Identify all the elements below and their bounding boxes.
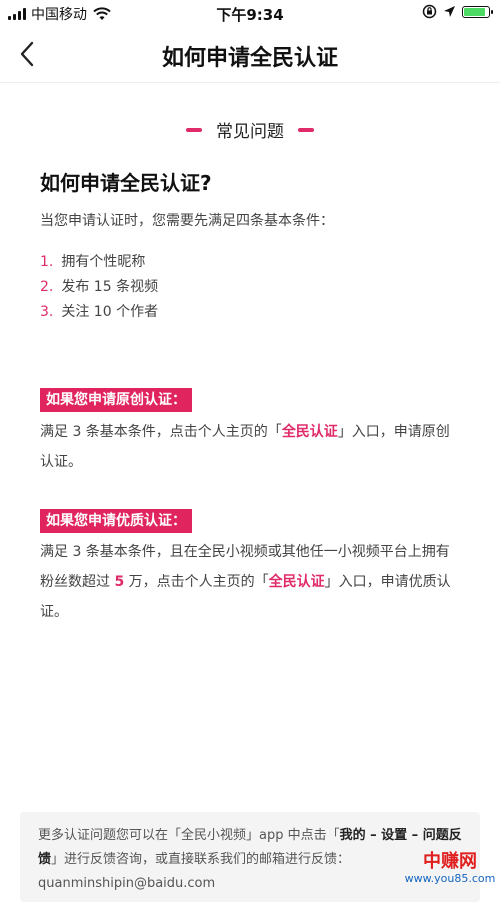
condition-text: 关注 10 个作者 <box>61 304 159 320</box>
condition-number: 3. <box>40 304 54 320</box>
battery-icon <box>462 5 493 18</box>
faq-intro: 当您申请认证时，您需要先满足四条基本条件： <box>40 213 334 229</box>
right-dash-decoration <box>298 127 314 132</box>
list-item: 2. 发布 15 条视频 <box>40 275 158 300</box>
faq-question: 如何申请全民认证? <box>40 171 212 195</box>
original-text-a: 满足 3 条基本条件，点击个人主页的「 <box>40 424 282 440</box>
quality-text-b: 万，点击个人主页的「 <box>124 574 269 590</box>
condition-text: 拥有个性昵称 <box>61 254 146 270</box>
condition-text: 发布 15 条视频 <box>61 279 159 295</box>
original-cert-description: 满足 3 条基本条件，点击个人主页的「全民认证」入口，申请原创认证。 <box>40 417 460 477</box>
condition-list: 1. 拥有个性昵称 2. 发布 15 条视频 3. 关注 10 个作者 <box>40 250 158 325</box>
watermark: 中赚网 www.you85.com <box>404 852 496 886</box>
section-header: 常见问题 <box>0 117 500 142</box>
quality-cert-description: 满足 3 条基本条件，且在全民小视频或其他任一小视频平台上拥有粉丝数超过 5 万… <box>40 537 460 627</box>
battery-level <box>464 7 486 16</box>
quality-highlight: 全民认证 <box>268 574 325 590</box>
status-right <box>422 4 493 19</box>
left-dash-decoration <box>186 127 202 132</box>
section-title: 常见问题 <box>216 122 284 142</box>
location-icon <box>444 6 455 17</box>
condition-number: 1. <box>40 254 54 270</box>
list-item: 3. 关注 10 个作者 <box>40 300 158 325</box>
footer-text-a: 更多认证问题您可以在「全民小视频」app 中点击「 <box>38 828 340 843</box>
nav-bar: 如何申请全民认证 <box>0 26 500 83</box>
watermark-url: www.you85.com <box>404 872 496 885</box>
page-title: 如何申请全民认证 <box>161 46 338 71</box>
footer-text: 更多认证问题您可以在「全民小视频」app 中点击「我的 – 设置 – 问题反馈」… <box>38 824 464 896</box>
condition-number: 2. <box>40 279 54 295</box>
quality-cert-tag: 如果您申请优质认证： <box>40 509 192 533</box>
status-bar: 中国移动 下午9:34 <box>0 0 500 26</box>
original-highlight: 全民认证 <box>281 424 338 440</box>
list-item: 1. 拥有个性昵称 <box>40 250 158 275</box>
orientation-lock-icon <box>422 4 437 19</box>
quality-number: 5 <box>114 574 125 590</box>
footer-text-b: 」进行反馈咨询，或直接联系我们的邮箱进行反馈： <box>51 852 351 867</box>
watermark-logo: 中赚网 <box>423 851 477 872</box>
original-cert-tag: 如果您申请原创认证： <box>40 388 192 412</box>
